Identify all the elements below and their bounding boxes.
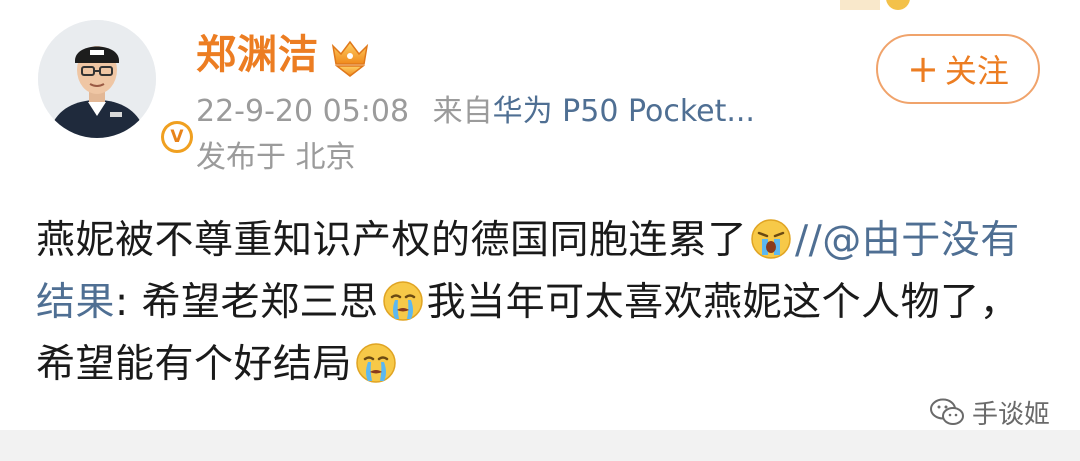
watermark: 手谈姬 <box>930 392 1050 432</box>
verified-badge-icon: V <box>158 118 196 156</box>
post-body: 燕妮被不尊重知识产权的德国同胞连累了 //@由于没有结果: 希望老郑三思 我当年… <box>36 210 1046 396</box>
footer-strip <box>0 430 1080 461</box>
crying-emoji-icon <box>356 343 396 383</box>
source-prefix: 来自 <box>432 94 493 129</box>
follow-label: 关注 <box>944 52 1009 90</box>
vip-crown-icon <box>331 40 369 77</box>
verified-badge-letter: V <box>164 124 190 150</box>
follow-button[interactable]: + 关注 <box>876 34 1040 104</box>
avatar[interactable]: V <box>38 20 196 156</box>
timestamp: 22-9-20 05:08 <box>196 94 410 129</box>
top-decoration <box>840 0 910 10</box>
watermark-label: 手谈姬 <box>972 399 1051 430</box>
mention-separator: // <box>795 218 823 263</box>
username[interactable]: 郑渊洁 <box>196 30 319 80</box>
source-device-link[interactable]: 华为 P50 Pocket... <box>493 94 755 129</box>
crying-emoji-icon <box>382 281 423 321</box>
post-location: 发布于 北京 <box>196 140 356 175</box>
wechat-icon <box>930 398 964 425</box>
post-text-part1: 燕妮被不尊重知识产权的德国同胞连累了 <box>36 218 748 263</box>
plus-icon: + <box>907 47 939 91</box>
crying-loudly-emoji-icon <box>751 219 791 259</box>
post-meta: 22-9-20 05:08 来自华为 P50 Pocket... <box>196 91 755 133</box>
post-text-part2: : 希望老郑三思 <box>115 280 379 325</box>
